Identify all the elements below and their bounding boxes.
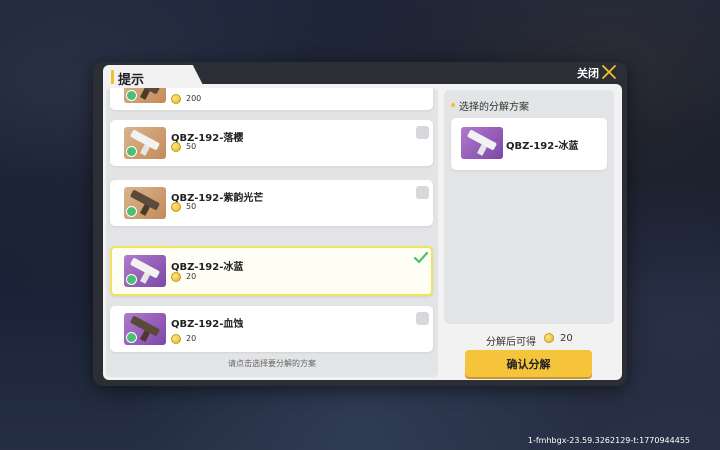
skin-thumbnail [124, 255, 166, 287]
coin-icon [544, 333, 554, 343]
yield-label: 分解后可得 [486, 337, 536, 348]
skin-list-panel[interactable]: 200 QBZ-192-落樱 50 QBZ-192-紫韵光芒 50 QBZ-19… [106, 88, 438, 377]
coin-icon [171, 334, 181, 344]
select-checkbox[interactable] [416, 186, 429, 199]
list-item[interactable]: 200 [110, 88, 433, 110]
rarity-badge-icon [126, 146, 137, 157]
skin-name: QBZ-192-冰蓝 [171, 262, 244, 273]
skin-value: 20 [186, 334, 197, 343]
rarity-badge-icon [126, 274, 137, 285]
plan-title: 选择的分解方案 [459, 102, 529, 113]
session-id: 1-fmhbgx-23.59.3262129-t:1770944455 [527, 436, 690, 445]
skin-list[interactable]: 200 QBZ-192-落樱 50 QBZ-192-紫韵光芒 50 QBZ-19… [106, 88, 438, 354]
coin-icon [171, 142, 181, 152]
list-item[interactable]: QBZ-192-紫韵光芒 50 [110, 180, 433, 226]
skin-thumbnail [124, 187, 166, 219]
skin-value: 20 [186, 272, 197, 281]
check-icon[interactable] [413, 251, 429, 265]
skin-thumbnail [124, 313, 166, 345]
title-accent-bar [111, 70, 114, 84]
selected-plan-card[interactable]: QBZ-192-冰蓝 [451, 118, 607, 170]
rarity-badge-icon [126, 332, 137, 343]
selection-hint: 请点击选择要分解的方案 [228, 359, 316, 368]
skin-thumbnail [461, 127, 503, 159]
rarity-badge-icon [126, 206, 137, 217]
select-checkbox[interactable] [416, 312, 429, 325]
skin-value: 200 [186, 94, 202, 103]
close-label[interactable]: 关闭 [577, 65, 599, 81]
skin-name: QBZ-192-落樱 [171, 133, 244, 144]
rarity-badge-icon [126, 90, 137, 101]
select-checkbox[interactable] [416, 126, 429, 139]
list-item[interactable]: QBZ-192-落樱 50 [110, 120, 433, 166]
list-item-selected[interactable]: QBZ-192-冰蓝 20 [110, 246, 433, 296]
skin-thumbnail [124, 88, 166, 103]
close-icon[interactable] [601, 64, 617, 80]
dialog-title: 提示 [118, 73, 145, 88]
skin-name: QBZ-192-血蚀 [171, 319, 244, 330]
coin-icon [171, 272, 181, 282]
skin-name: QBZ-192-紫韵光芒 [171, 193, 264, 204]
confirm-decompose-button[interactable]: 确认分解 [465, 350, 592, 377]
yield-value: 20 [560, 333, 573, 344]
plan-title-bullet [451, 103, 455, 107]
coin-icon [171, 94, 181, 104]
skin-thumbnail [124, 127, 166, 159]
list-item[interactable]: QBZ-192-血蚀 20 [110, 306, 433, 352]
coin-icon [171, 202, 181, 212]
skin-value: 50 [186, 142, 197, 151]
skin-value: 50 [186, 202, 197, 211]
plan-skin-name: QBZ-192-冰蓝 [506, 141, 579, 152]
